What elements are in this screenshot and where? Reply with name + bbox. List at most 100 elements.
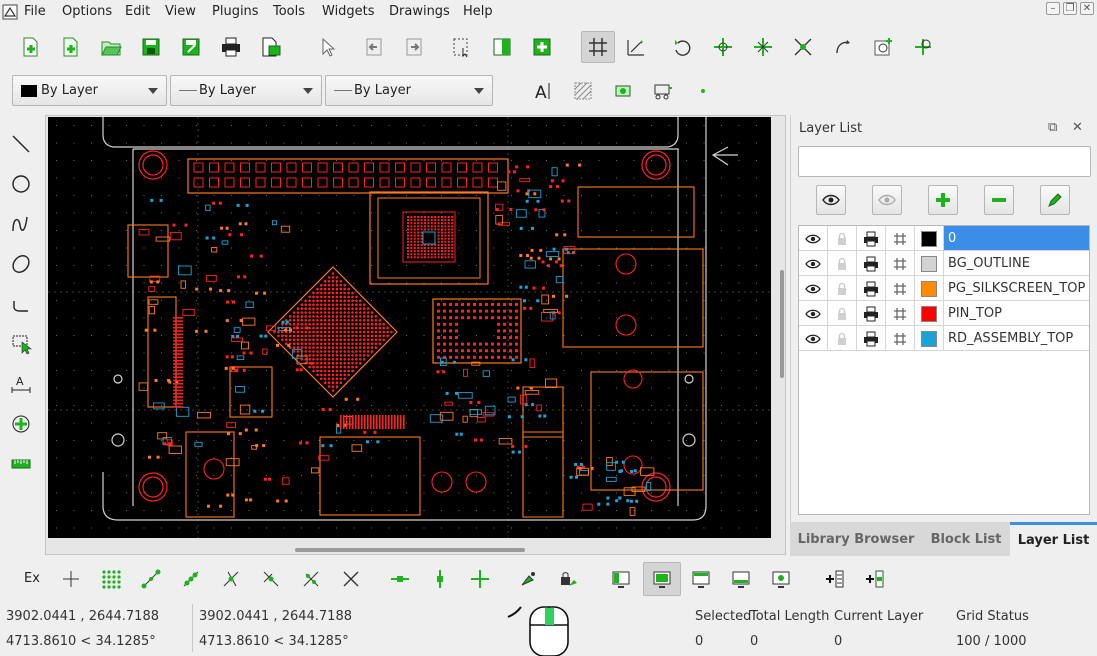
print-layer-icon[interactable] <box>857 301 886 326</box>
image-icon[interactable] <box>609 77 637 105</box>
select-tool-icon[interactable] <box>8 331 34 357</box>
edit-layer-button[interactable] <box>1040 185 1070 215</box>
select-pointer-icon[interactable] <box>313 33 341 61</box>
visibility-eye-icon[interactable] <box>799 326 828 351</box>
construction-layer-icon[interactable] <box>886 251 915 276</box>
menu-drawings[interactable]: Drawings <box>389 4 450 19</box>
construction-layer-icon[interactable] <box>886 326 915 351</box>
layer-row[interactable]: PG_SILKSCREEN_TOP <box>799 276 1089 301</box>
layer-color-swatch[interactable] <box>915 226 944 251</box>
horizontal-scrollbar[interactable] <box>295 548 525 552</box>
print-layer-icon[interactable] <box>857 276 886 301</box>
text-tool-icon[interactable]: A <box>529 77 557 105</box>
modify-tool-icon[interactable] <box>8 411 34 437</box>
restrict-orthogonal-icon[interactable] <box>466 565 494 593</box>
menu-plugins[interactable]: Plugins <box>212 4 259 19</box>
print-icon[interactable] <box>217 33 245 61</box>
lock-icon[interactable] <box>828 226 857 251</box>
close-panel-icon[interactable]: ✕ <box>1072 120 1083 135</box>
ellipse-tool-icon[interactable] <box>8 251 34 277</box>
zoom-in-icon[interactable] <box>709 33 737 61</box>
visibility-eye-icon[interactable] <box>799 251 828 276</box>
new-file-icon[interactable] <box>17 33 45 61</box>
lock-icon[interactable] <box>828 326 857 351</box>
hide-all-layers-button[interactable] <box>872 185 902 215</box>
zoom-pan-icon[interactable] <box>909 33 937 61</box>
print-preview-icon[interactable] <box>257 33 285 61</box>
save-as-icon[interactable] <box>177 33 205 61</box>
print-layer-icon[interactable] <box>857 326 886 351</box>
menu-view[interactable]: View <box>165 4 196 19</box>
restore-icon[interactable]: ❐ <box>1063 2 1077 15</box>
snap-middle-icon[interactable] <box>257 565 285 593</box>
print-layer-icon[interactable] <box>857 226 886 251</box>
construction-layer-icon[interactable] <box>886 301 915 326</box>
tab-block-list[interactable]: Block List <box>922 522 1010 556</box>
save-icon[interactable] <box>137 33 165 61</box>
menu-options[interactable]: Options <box>62 4 112 19</box>
visibility-eye-icon[interactable] <box>799 276 828 301</box>
zoom-previous-icon[interactable] <box>829 33 857 61</box>
forward-icon[interactable] <box>400 33 428 61</box>
layer-color-swatch[interactable] <box>915 301 944 326</box>
circle-tool-icon[interactable] <box>8 171 34 197</box>
insert-list-icon[interactable] <box>861 565 889 593</box>
new-template-icon[interactable] <box>57 33 85 61</box>
linetype-combo[interactable]: By Layer <box>325 75 493 106</box>
construction-layer-icon[interactable] <box>886 226 915 251</box>
close-window-icon[interactable]: ✕ <box>1080 2 1094 15</box>
zoom-window-icon[interactable] <box>869 33 897 61</box>
tab-library-browser[interactable]: Library Browser <box>790 522 922 556</box>
minimize-icon[interactable]: – <box>1046 2 1060 15</box>
vertical-scrollbar[interactable] <box>780 270 784 378</box>
back-icon[interactable] <box>360 33 388 61</box>
zoom-out-icon[interactable] <box>749 33 777 61</box>
layer-row[interactable]: BG_OUTLINE <box>799 251 1089 276</box>
hatch-icon[interactable] <box>569 77 597 105</box>
add-view-icon[interactable] <box>528 33 556 61</box>
measure-tool-icon[interactable] <box>8 451 34 477</box>
restrict-horizontal-icon[interactable] <box>386 565 414 593</box>
lock-icon[interactable] <box>828 276 857 301</box>
relative-zero-icon[interactable] <box>514 565 542 593</box>
layer-color-swatch[interactable] <box>915 276 944 301</box>
snap-free-icon[interactable] <box>57 565 85 593</box>
show-all-layers-button[interactable] <box>816 185 846 215</box>
lock-icon[interactable] <box>828 251 857 276</box>
snap-on-entity-icon[interactable] <box>177 565 205 593</box>
snap-exclusive-label[interactable]: Ex <box>24 571 40 586</box>
color-combo[interactable]: By Layer <box>12 75 167 106</box>
restrict-vertical-icon[interactable] <box>426 565 454 593</box>
zoom-auto-icon[interactable] <box>789 33 817 61</box>
menu-help[interactable]: Help <box>463 4 493 19</box>
menu-widgets[interactable]: Widgets <box>322 4 375 19</box>
layer-color-swatch[interactable] <box>915 251 944 276</box>
snap-grid-icon[interactable] <box>97 565 125 593</box>
remove-layer-button[interactable] <box>984 185 1014 215</box>
view-mode-4-icon[interactable] <box>727 565 755 593</box>
layer-color-swatch[interactable] <box>915 326 944 351</box>
construction-layer-icon[interactable] <box>886 276 915 301</box>
menu-file[interactable]: File <box>24 4 46 19</box>
tab-layer-list[interactable]: Layer List <box>1010 522 1097 556</box>
visibility-eye-icon[interactable] <box>799 301 828 326</box>
lock-icon[interactable] <box>828 301 857 326</box>
visibility-eye-icon[interactable] <box>799 226 828 251</box>
polyline-tool-icon[interactable] <box>8 291 34 317</box>
lock-relative-zero-icon[interactable] <box>554 565 582 593</box>
print-layer-icon[interactable] <box>857 251 886 276</box>
menu-edit[interactable]: Edit <box>125 4 150 19</box>
grid-toggle-icon[interactable] <box>581 31 615 63</box>
previous-view-icon[interactable] <box>488 33 516 61</box>
draft-mode-icon[interactable] <box>622 33 650 61</box>
dimension-tool-icon[interactable]: A <box>8 371 34 397</box>
menu-tools[interactable]: Tools <box>273 4 305 19</box>
add-layer-button[interactable] <box>928 185 958 215</box>
view-mode-2-icon[interactable] <box>643 562 681 596</box>
select-window-icon[interactable] <box>447 33 475 61</box>
redraw-icon[interactable] <box>668 33 696 61</box>
add-list-icon[interactable] <box>821 565 849 593</box>
snap-center-icon[interactable] <box>217 565 245 593</box>
snap-distance-icon[interactable] <box>297 565 325 593</box>
line-tool-icon[interactable] <box>8 131 34 157</box>
